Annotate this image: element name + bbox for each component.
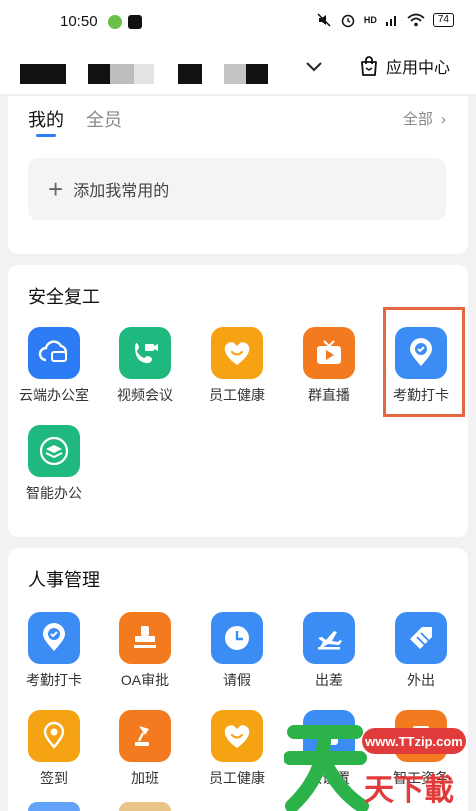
app-tile[interactable]: 加班 bbox=[105, 710, 185, 788]
redacted-block bbox=[88, 64, 110, 84]
app-label: 员工健康 bbox=[209, 387, 265, 403]
chevron-down-icon[interactable] bbox=[304, 56, 324, 76]
partial-row-tile bbox=[28, 802, 80, 811]
app-label: 签到 bbox=[40, 770, 68, 786]
app-tile[interactable]: 员工健康 bbox=[197, 710, 277, 788]
app-tile[interactable]: 出差 bbox=[289, 612, 369, 690]
tv-play-icon bbox=[303, 327, 355, 379]
partial-row-tile bbox=[119, 802, 171, 811]
status-icons: HD 74 bbox=[316, 12, 454, 28]
app-label: 出差 bbox=[315, 672, 343, 688]
app-label: OA审批 bbox=[120, 672, 170, 688]
location-check-icon bbox=[28, 612, 80, 664]
app-label: 云端办公室 bbox=[19, 387, 89, 403]
app-label: 考勤打卡 bbox=[26, 672, 82, 688]
heart-icon bbox=[211, 710, 263, 762]
battery-icon: 74 bbox=[432, 13, 454, 27]
tab-mine[interactable]: 我的 bbox=[28, 106, 64, 132]
heart-icon bbox=[211, 327, 263, 379]
add-favorite-label: 添加我常用的 bbox=[73, 183, 170, 200]
highlight-box bbox=[383, 307, 465, 417]
watermark-url: www.TTzip.com bbox=[364, 734, 463, 749]
safe-work-section: 安全复工 云端办公室 视频会议 员工健康 群直播 考勤打卡 智能办公 bbox=[8, 265, 468, 537]
tiktok-icon bbox=[128, 15, 142, 29]
layers-icon bbox=[28, 425, 80, 477]
redacted-block bbox=[246, 64, 268, 84]
tag-icon bbox=[395, 612, 447, 664]
section-title: 安全复工 bbox=[28, 287, 100, 307]
app-tile[interactable]: 签到 bbox=[14, 710, 94, 788]
clock-icon bbox=[211, 612, 263, 664]
redacted-block bbox=[20, 64, 66, 84]
app-label: 群直播 bbox=[308, 387, 350, 403]
app-center-button[interactable]: 应用中心 bbox=[358, 54, 450, 78]
tab-bar: 我的 全员 bbox=[28, 106, 122, 132]
app-label: 加班 bbox=[131, 770, 159, 786]
watermark-brand: 天下載 bbox=[364, 773, 454, 808]
video-call-icon bbox=[119, 327, 171, 379]
watermark: www.TTzip.com 天下載 bbox=[283, 714, 476, 811]
app-tile[interactable]: 考勤打卡 bbox=[14, 612, 94, 690]
app-tile[interactable]: 视频会议 bbox=[105, 327, 185, 405]
signal-label: HD bbox=[363, 15, 377, 25]
app-tile[interactable]: OA审批 bbox=[105, 612, 185, 690]
redacted-block bbox=[110, 64, 134, 84]
app-label: 视频会议 bbox=[117, 387, 173, 403]
app-label: 外出 bbox=[407, 672, 435, 688]
stamp-icon bbox=[119, 612, 171, 664]
favorites-card: 我的 全员 全部 › + 添加我常用的 bbox=[8, 96, 468, 254]
cloud-monitor-icon bbox=[28, 327, 80, 379]
alarm-icon bbox=[341, 14, 355, 28]
tab-all-members[interactable]: 全员 bbox=[86, 106, 122, 132]
status-bar: 10:50 HD 74 bbox=[0, 0, 476, 44]
notification-icon bbox=[108, 15, 122, 29]
view-all-link[interactable]: 全部 › bbox=[403, 108, 446, 129]
app-tile[interactable]: 群直播 bbox=[289, 327, 369, 405]
app-tile[interactable]: 请假 bbox=[197, 612, 277, 690]
tab-underline bbox=[36, 134, 56, 137]
header: 应用中心 bbox=[0, 44, 476, 94]
shopping-bag-icon bbox=[361, 56, 377, 76]
view-all-label: 全部 bbox=[402, 111, 433, 128]
redacted-block bbox=[224, 64, 246, 84]
app-label: 请假 bbox=[223, 672, 251, 688]
app-center-label: 应用中心 bbox=[386, 60, 451, 77]
chevron-right-icon: › bbox=[441, 111, 446, 128]
wifi-icon bbox=[407, 13, 425, 27]
lamp-icon bbox=[119, 710, 171, 762]
pin-icon bbox=[28, 710, 80, 762]
plus-icon: + bbox=[48, 174, 64, 204]
redacted-block bbox=[178, 64, 202, 84]
status-time: 10:50 bbox=[60, 13, 98, 30]
app-tile[interactable]: 员工健康 bbox=[197, 327, 277, 405]
app-tile[interactable]: 智能办公 bbox=[14, 425, 94, 503]
section-title: 人事管理 bbox=[28, 570, 100, 590]
signal-icon bbox=[385, 16, 396, 26]
app-label: 员工健康 bbox=[209, 770, 265, 786]
plane-icon bbox=[303, 612, 355, 664]
redacted-block bbox=[134, 64, 154, 84]
app-tile[interactable]: 云端办公室 bbox=[14, 327, 94, 405]
mute-icon bbox=[317, 13, 331, 27]
add-favorite-button[interactable]: + 添加我常用的 bbox=[28, 158, 446, 220]
app-label: 智能办公 bbox=[26, 485, 82, 501]
app-tile[interactable]: 外出 bbox=[381, 612, 461, 690]
